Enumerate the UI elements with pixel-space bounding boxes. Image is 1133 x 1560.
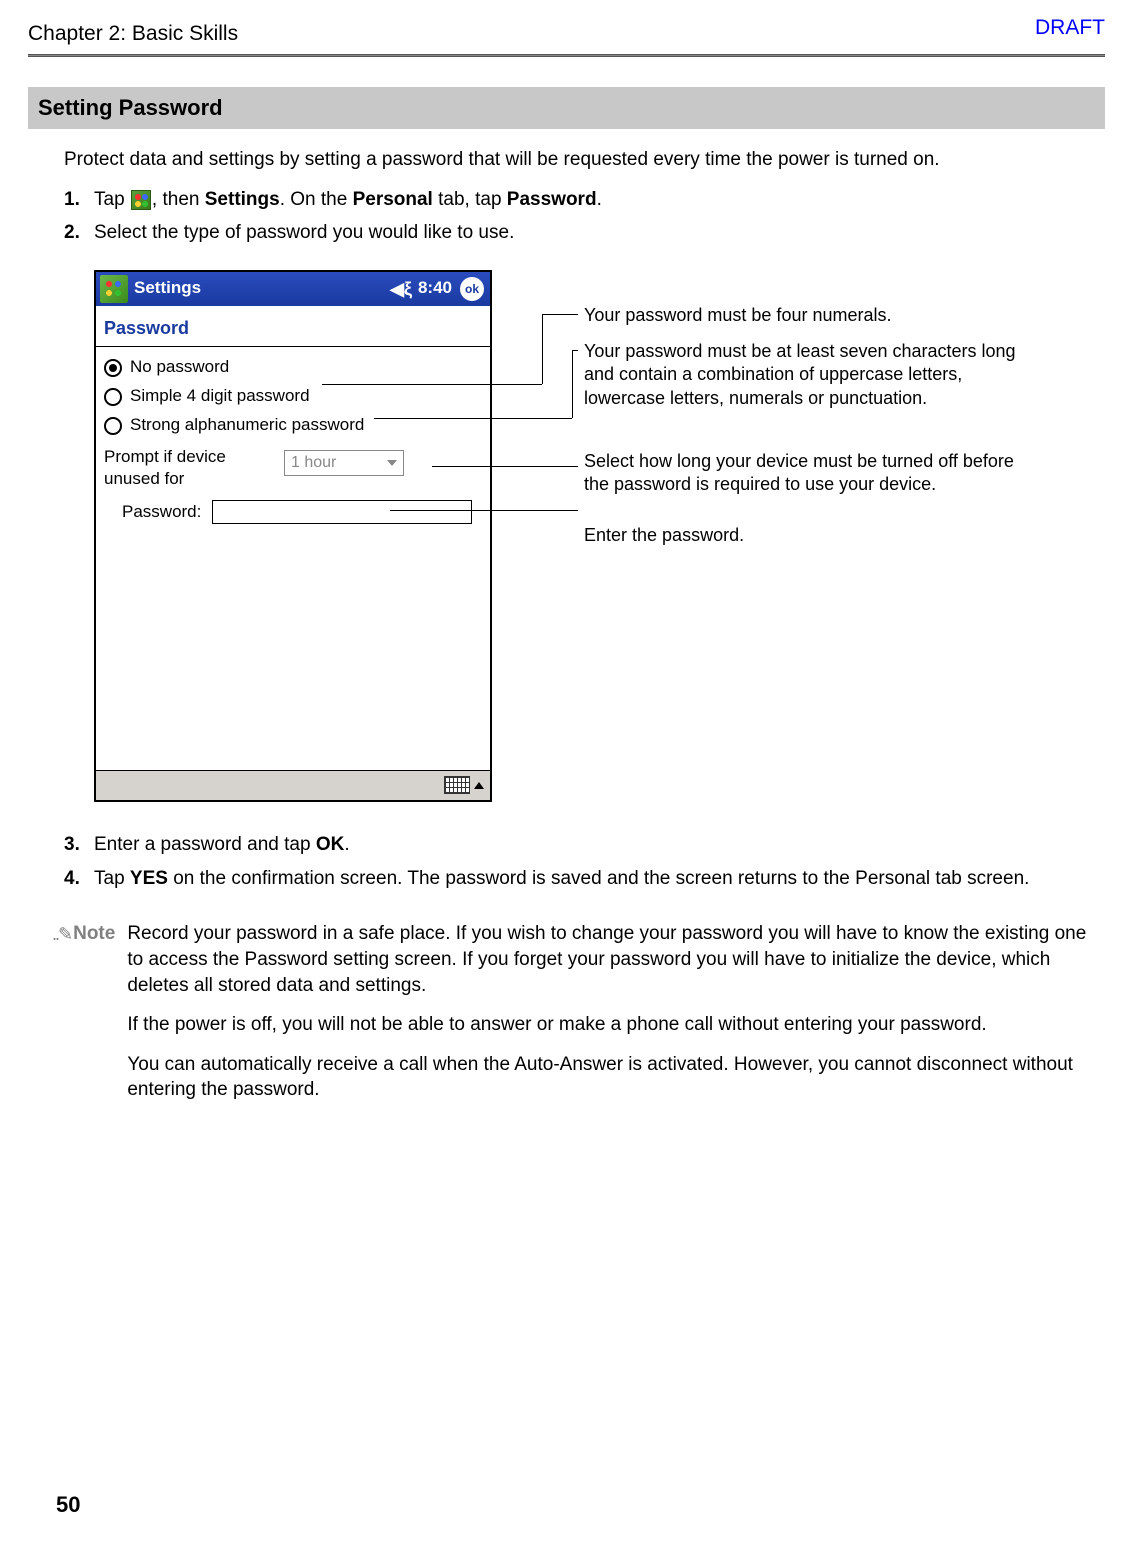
draft-watermark: DRAFT — [1035, 14, 1105, 42]
step-text: on the confirmation screen. The password… — [168, 868, 1029, 889]
note-paragraph: Record your password in a safe place. If… — [127, 921, 1105, 998]
password-field-label: Password: — [104, 501, 212, 524]
header-rule — [28, 54, 1105, 57]
intro-text: Protect data and settings by setting a p… — [64, 147, 1105, 173]
step-4-text: Tap YES on the confirmation screen. The … — [94, 866, 1105, 892]
step-text: Tap — [94, 189, 130, 210]
step-text: . On the — [280, 189, 353, 210]
radio-no-password[interactable]: No password — [96, 353, 490, 382]
note-body: Record your password in a safe place. If… — [127, 921, 1105, 1117]
step-number: 4. — [64, 866, 94, 892]
step-number: 1. — [64, 187, 94, 213]
prompt-label: Prompt if device unused for — [104, 446, 284, 490]
pda-subtitle: Password — [96, 306, 490, 344]
radio-label: Simple 4 digit password — [130, 385, 310, 408]
password-label: Password — [507, 189, 597, 210]
radio-label: Strong alphanumeric password — [130, 414, 364, 437]
step-text: tab, tap — [433, 189, 507, 210]
divider — [96, 346, 490, 347]
step-text: Tap — [94, 868, 130, 889]
pda-footer — [96, 770, 490, 800]
settings-label: Settings — [205, 189, 280, 210]
pda-screenshot: Settings ◀ξ 8:40 ok Password No password… — [94, 270, 492, 802]
page-number: 50 — [56, 1490, 80, 1520]
start-icon — [131, 190, 151, 210]
personal-label: Personal — [353, 189, 433, 210]
start-icon[interactable] — [100, 275, 128, 303]
callout-four-numerals: Your password must be four numerals. — [584, 304, 892, 327]
keyboard-icon[interactable] — [444, 776, 470, 794]
radio-icon[interactable] — [104, 388, 122, 406]
section-heading: Setting Password — [28, 87, 1105, 129]
callout-timeout: Select how long your device must be turn… — [584, 450, 1032, 497]
pda-titlebar: Settings ◀ξ 8:40 ok — [96, 272, 490, 306]
ok-label: OK — [316, 834, 345, 855]
note-label: Note — [73, 921, 115, 947]
unused-duration-dropdown[interactable]: 1 hour — [284, 450, 404, 476]
callout-strong-rules: Your password must be at least seven cha… — [584, 340, 1032, 410]
chapter-title: Chapter 2: Basic Skills — [28, 20, 238, 48]
radio-strong-password[interactable]: Strong alphanumeric password — [96, 411, 490, 440]
step-number: 2. — [64, 220, 94, 246]
step-3-text: Enter a password and tap OK. — [94, 832, 1105, 858]
step-text: . — [344, 834, 349, 855]
step-text: Enter a password and tap — [94, 834, 316, 855]
step-text: . — [597, 189, 602, 210]
radio-simple-password[interactable]: Simple 4 digit password — [96, 382, 490, 411]
callouts: Your password must be four numerals. You… — [552, 270, 1032, 802]
password-input[interactable] — [212, 500, 472, 524]
step-1-text: Tap , then Settings. On the Personal tab… — [94, 187, 1105, 213]
speaker-icon[interactable]: ◀ξ — [390, 277, 412, 301]
note-paragraph: You can automatically receive a call whe… — [127, 1052, 1105, 1103]
pda-window-title: Settings — [134, 277, 390, 300]
note-icon: ..✎ Note — [52, 921, 127, 947]
yes-label: YES — [130, 868, 168, 889]
radio-icon[interactable] — [104, 359, 122, 377]
callout-enter-password: Enter the password. — [584, 524, 744, 547]
radio-icon[interactable] — [104, 417, 122, 435]
pda-clock: 8:40 — [418, 277, 452, 300]
radio-label: No password — [130, 356, 229, 379]
up-arrow-icon[interactable] — [474, 782, 484, 789]
step-number: 3. — [64, 832, 94, 858]
note-paragraph: If the power is off, you will not be abl… — [127, 1012, 1105, 1038]
ok-button[interactable]: ok — [460, 277, 484, 301]
step-text: , then — [152, 189, 205, 210]
step-2-text: Select the type of password you would li… — [94, 220, 1105, 246]
